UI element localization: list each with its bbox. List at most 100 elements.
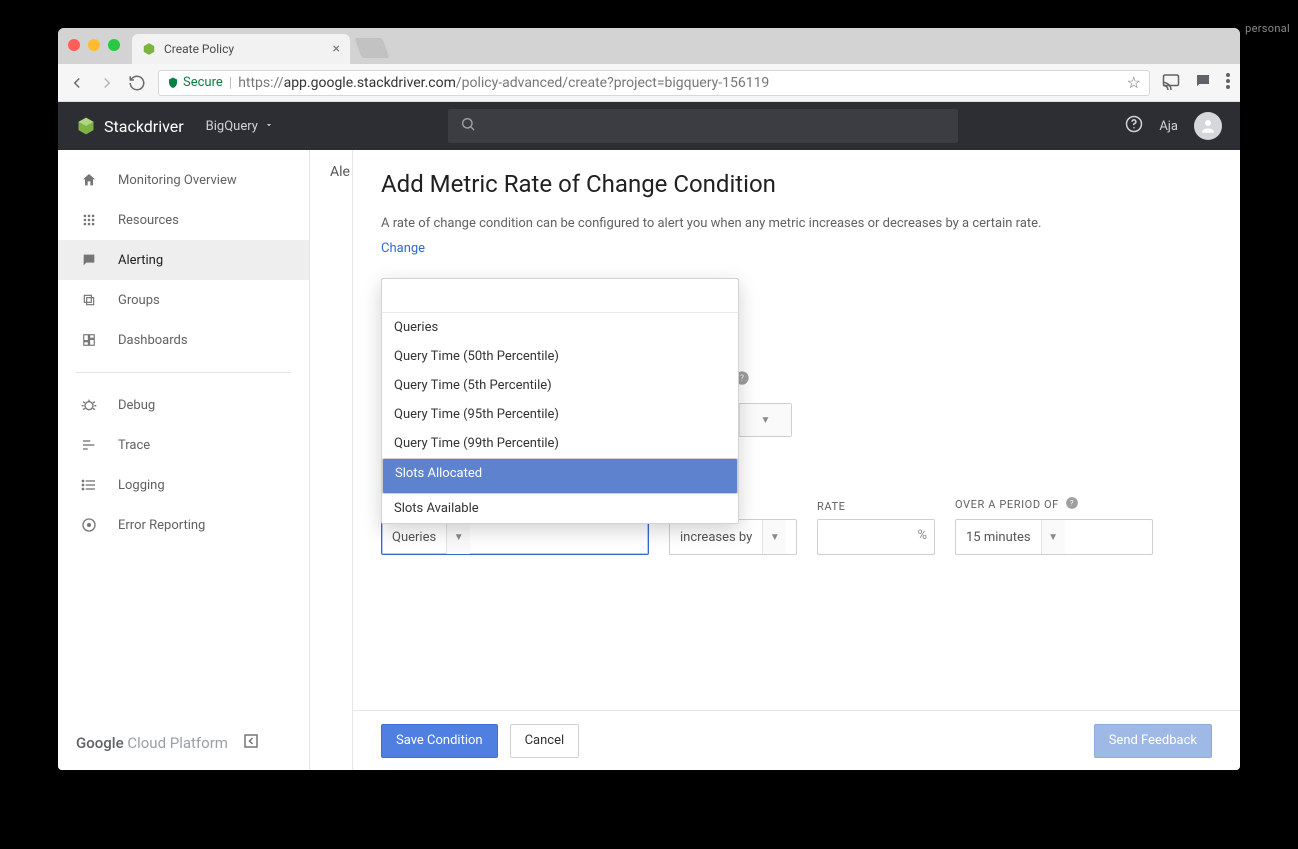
kebab-menu-icon[interactable] [1226, 73, 1230, 93]
help-tip-icon[interactable]: ? [1065, 496, 1079, 513]
sidebar-footer: Google Cloud Platform [58, 720, 309, 770]
bookmark-star-icon[interactable]: ☆ [1127, 73, 1141, 92]
sidebar-item-alerting[interactable]: Alerting [58, 240, 309, 280]
browser-toolbar: Secure | https://app.google.stackdriver.… [58, 64, 1240, 102]
page-description: A rate of change condition can be config… [381, 216, 1212, 231]
save-button[interactable]: Save Condition [381, 724, 498, 758]
search-icon [460, 116, 476, 136]
sidebar: Monitoring Overview Resources Alerting G… [58, 150, 310, 770]
metric-select-value: Queries [382, 520, 446, 554]
cancel-button[interactable]: Cancel [510, 724, 580, 758]
metric-select[interactable]: Queries ▼ [381, 519, 649, 555]
dashboard-icon [80, 331, 98, 349]
sidebar-item-trace[interactable]: Trace [58, 425, 309, 465]
copy-icon [80, 291, 98, 309]
sidebar-item-debug[interactable]: Debug [58, 385, 309, 425]
user-name: Aja [1159, 119, 1178, 134]
stackdriver-favicon-icon [142, 42, 156, 56]
project-picker[interactable]: BigQuery [206, 119, 274, 134]
sidebar-item-label: Resources [118, 213, 179, 228]
chat-bubble-icon[interactable] [1194, 72, 1212, 94]
collapse-icon[interactable] [242, 732, 260, 754]
period-label: OVER A PERIOD OF ? [955, 496, 1153, 513]
sidebar-item-label: Error Reporting [118, 518, 205, 533]
trace-icon [80, 436, 98, 454]
stackdriver-logo-icon [76, 116, 96, 136]
secure-label: Secure [183, 75, 223, 90]
reload-icon[interactable] [128, 74, 146, 92]
metric-field: Queries ▼ [381, 519, 649, 555]
app-header: Stackdriver BigQuery Aja [58, 102, 1240, 150]
dropdown-option[interactable]: Slots Available [382, 494, 738, 523]
direction-field: increases by ▼ [669, 519, 797, 555]
dropdown-search-input[interactable] [382, 279, 738, 313]
dropdown-option[interactable]: Query Time (5th Percentile) [382, 371, 738, 400]
sidebar-item-dashboards[interactable]: Dashboards [58, 320, 309, 360]
close-tab-icon[interactable]: × [333, 41, 340, 57]
dropdown-option[interactable]: Query Time (95th Percentile) [382, 400, 738, 429]
sidebar-item-error-reporting[interactable]: Error Reporting [58, 505, 309, 545]
period-field: OVER A PERIOD OF ? 15 minutes ▼ [955, 496, 1153, 555]
global-search[interactable] [448, 109, 958, 143]
applies-to-select[interactable]: ▼ [738, 403, 792, 437]
error-icon [80, 516, 98, 534]
window-maximize-icon[interactable] [108, 39, 120, 51]
browser-tabstrip: Create Policy × [58, 28, 1240, 64]
svg-text:?: ? [1070, 499, 1074, 507]
direction-select[interactable]: increases by ▼ [669, 519, 797, 555]
secondary-panel: Ale [310, 150, 352, 770]
period-select[interactable]: 15 minutes ▼ [955, 519, 1153, 555]
gcp-label: Google Cloud Platform [76, 734, 228, 752]
dropdown-option[interactable]: Query Time (99th Percentile) [382, 429, 738, 458]
bug-icon [80, 396, 98, 414]
new-tab-button[interactable] [354, 38, 389, 58]
rate-field: RATE % [817, 500, 935, 555]
dropdown-option[interactable]: Query Time (50th Percentile) [382, 342, 738, 371]
dropdown-option[interactable]: Queries [382, 313, 738, 342]
sidebar-item-label: Monitoring Overview [118, 173, 237, 188]
brand-name: Stackdriver [104, 117, 184, 136]
browser-tab[interactable]: Create Policy × [132, 34, 350, 64]
chevron-down-icon: ▼ [739, 404, 791, 436]
sidebar-item-label: Debug [118, 398, 155, 413]
sidebar-item-groups[interactable]: Groups [58, 280, 309, 320]
profile-chip: personal [1245, 22, 1290, 35]
address-url: https://app.google.stackdriver.com/polic… [238, 75, 769, 91]
rate-unit: % [917, 528, 927, 543]
dropdown-option-selected[interactable]: Slots Allocated [382, 458, 738, 494]
chevron-down-icon [264, 119, 274, 134]
chat-icon [80, 251, 98, 269]
period-select-value: 15 minutes [956, 520, 1041, 554]
avatar[interactable] [1194, 112, 1222, 140]
sidebar-item-monitoring-overview[interactable]: Monitoring Overview [58, 160, 309, 200]
sidebar-divider [76, 372, 291, 373]
window-minimize-icon[interactable] [88, 39, 100, 51]
sidebar-item-resources[interactable]: Resources [58, 200, 309, 240]
chevron-down-icon: ▼ [1041, 520, 1065, 554]
sidebar-item-label: Alerting [118, 253, 163, 268]
send-feedback-button[interactable]: Send Feedback [1094, 724, 1212, 758]
project-name: BigQuery [206, 119, 258, 134]
secondary-title-peek: Ale [330, 164, 350, 180]
window-close-icon[interactable] [68, 39, 80, 51]
home-icon [80, 171, 98, 189]
browser-window: Create Policy × Secure | https://app.goo… [58, 28, 1240, 770]
brand[interactable]: Stackdriver [76, 116, 184, 136]
cast-icon[interactable] [1162, 72, 1180, 94]
back-icon[interactable] [68, 74, 86, 92]
sidebar-item-label: Dashboards [118, 333, 188, 348]
direction-select-value: increases by [670, 520, 762, 554]
rate-label: RATE [817, 500, 935, 513]
change-link[interactable]: Change [381, 241, 425, 256]
main-footer: Save Condition Cancel Send Feedback [353, 710, 1240, 770]
browser-tab-title: Create Policy [164, 42, 234, 56]
app-body: Monitoring Overview Resources Alerting G… [58, 150, 1240, 770]
sidebar-item-label: Groups [118, 293, 160, 308]
chevron-down-icon: ▼ [762, 520, 786, 554]
address-bar[interactable]: Secure | https://app.google.stackdriver.… [158, 70, 1150, 96]
sidebar-item-label: Trace [118, 438, 150, 453]
help-icon[interactable] [1125, 115, 1143, 137]
page-title: Add Metric Rate of Change Condition [381, 170, 1212, 198]
sidebar-item-logging[interactable]: Logging [58, 465, 309, 505]
svg-text:?: ? [740, 374, 744, 383]
